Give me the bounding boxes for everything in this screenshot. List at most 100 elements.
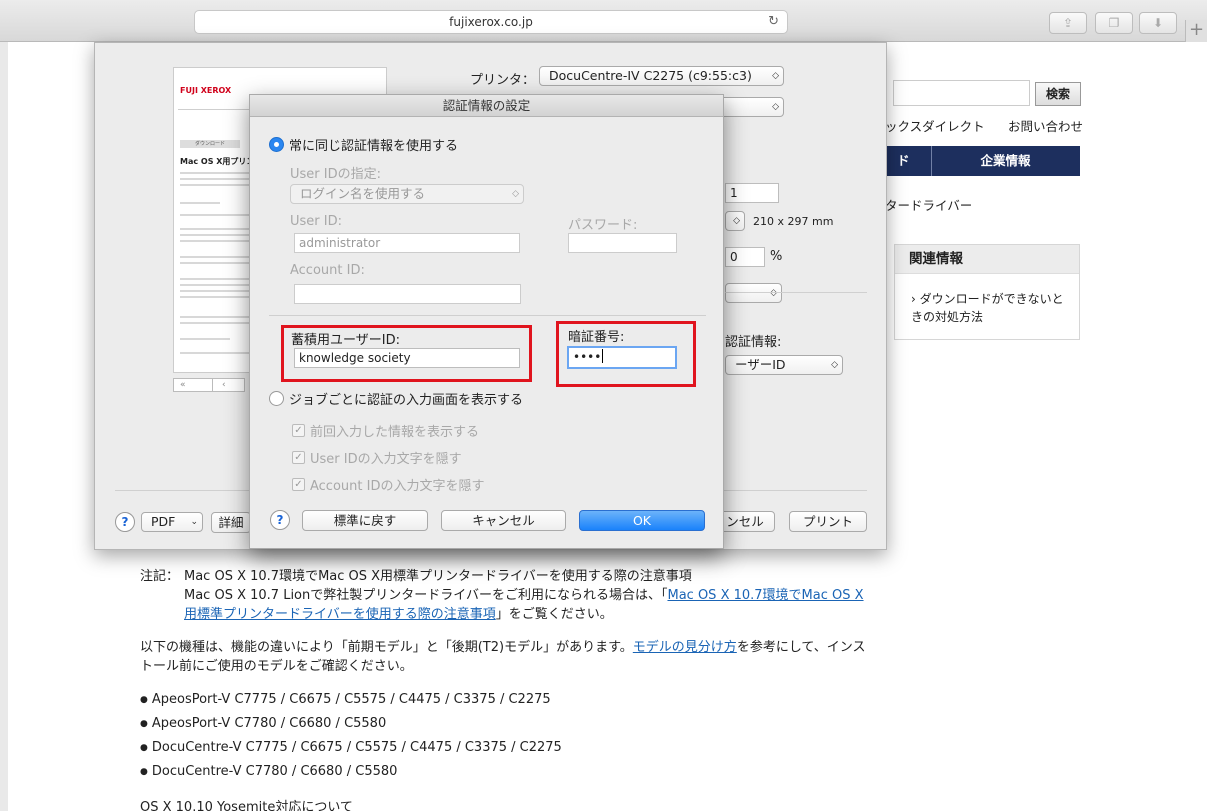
cancel-button[interactable]: キャンセル: [441, 510, 566, 531]
related-link-line1: ダウンロードができないと: [919, 292, 1064, 306]
checkmark-icon[interactable]: ✓: [292, 478, 305, 491]
new-tab-icon[interactable]: +: [1185, 20, 1207, 42]
chevron-updown-icon: ◇: [512, 189, 519, 199]
downloads-icon[interactable]: ⬇: [1139, 12, 1177, 34]
fujixerox-logo: FUJI XEROX: [180, 86, 232, 95]
list-item: ● ApeosPort-V C7780 / C6680 / C5580: [140, 716, 387, 731]
bullet-icon: ●: [140, 695, 148, 705]
scale-field[interactable]: 0: [725, 247, 765, 267]
userid-label: User ID:: [290, 214, 342, 229]
list-item: ● DocuCentre-V C7780 / C6680 / C5580: [140, 764, 398, 779]
percent-label: %: [770, 249, 783, 264]
divider: [725, 292, 867, 293]
preview-pager[interactable]: « ‹: [173, 378, 245, 392]
list-item: ● ApeosPort-V C7775 / C6675 / C5575 / C44…: [140, 692, 551, 707]
print-button[interactable]: プリント: [789, 511, 867, 532]
checkbox-hide-userid[interactable]: ✓ User IDの入力文字を隠す: [292, 448, 462, 467]
storage-user-label: 蓄積用ユーザーID:: [291, 333, 400, 348]
preview-text-line: [180, 338, 230, 340]
page-heading-partial: タードライバー: [885, 198, 973, 213]
list-item: ● DocuCentre-V C7775 / C6675 / C5575 / C4…: [140, 740, 562, 755]
note-line1: Mac OS X 10.7環境でMac OS X用標準プリンタードライバーを使用…: [184, 569, 692, 584]
prev-page-icon[interactable]: ‹: [222, 379, 226, 391]
related-info-box: 関連情報 › ダウンロードができないと きの対処方法: [894, 244, 1080, 340]
preview-download-tab: ダウンロード: [180, 140, 240, 148]
help-icon[interactable]: ?: [270, 510, 290, 530]
related-link-line2: きの対処方法: [911, 310, 984, 324]
account-id-field[interactable]: [294, 284, 521, 304]
section-select[interactable]: ◇: [725, 283, 782, 303]
auth-info-label: 認証情報:: [725, 335, 782, 350]
checkmark-icon[interactable]: ✓: [292, 451, 305, 464]
sheet-cancel-button[interactable]: ンセル: [715, 511, 775, 532]
bullet-icon: ●: [140, 719, 148, 729]
notes-section: 注記： Mac OS X 10.7環境でMac OS X用標準プリンタードライバ…: [140, 567, 870, 811]
paper-size-select[interactable]: ◇: [725, 211, 745, 231]
radio-always-same[interactable]: 常に同じ認証情報を使用する: [269, 135, 458, 154]
browser-toolbar: fujixerox.co.jp ↻ ⇪ ❐ ⬇ +: [0, 0, 1207, 42]
show-details-button[interactable]: 詳細: [211, 512, 251, 533]
auth-settings-dialog: 認証情報の設定 常に同じ認証情報を使用する User IDの指定: ログイン名を…: [249, 94, 724, 549]
yosemite-heading: OS X 10.10 Yosemite対応について: [140, 800, 353, 811]
account-id-label: Account ID:: [290, 263, 365, 278]
restore-default-button[interactable]: 標準に戻す: [302, 510, 428, 531]
nav-item-partial[interactable]: ド: [897, 146, 910, 176]
userid-spec-select[interactable]: ログイン名を使用する ◇: [290, 184, 524, 204]
chevron-right-icon: ›: [911, 292, 916, 306]
global-nav: ド 企業情報: [885, 146, 1080, 176]
storage-user-field[interactable]: knowledge society: [294, 348, 520, 368]
chevron-updown-icon: ◇: [770, 288, 777, 298]
bullet-icon: ●: [140, 767, 148, 777]
paper-size-text: 210 x 297 mm: [753, 215, 834, 228]
bullet-icon: ●: [140, 743, 148, 753]
url-text: fujixerox.co.jp: [449, 15, 533, 29]
password-field[interactable]: [568, 233, 677, 253]
model-guide-link[interactable]: モデルの見分け方: [633, 640, 737, 655]
toplink-contact[interactable]: お問い合わせ: [1008, 116, 1083, 135]
userid-spec-label: User IDの指定:: [290, 167, 381, 182]
preview-text-line: [180, 202, 220, 204]
radio-selected-icon[interactable]: [269, 137, 284, 152]
printer-select[interactable]: DocuCentre-IV C2275 (c9:55:c3) ◇: [539, 66, 784, 86]
model-list: ● ApeosPort-V C7775 / C6675 / C5575 / C44…: [140, 690, 870, 782]
site-search-input[interactable]: [893, 80, 1030, 106]
checkmark-icon[interactable]: ✓: [292, 424, 305, 437]
copies-field[interactable]: 1: [725, 183, 779, 203]
pin-field[interactable]: ••••: [567, 346, 677, 369]
chevron-updown-icon: ◇: [772, 71, 779, 81]
para-pre: 以下の機種は、機能の違いにより「前期モデル」と「後期(T2)モデル」があります。: [140, 640, 633, 655]
note-label: 注記：: [140, 569, 180, 584]
auth-mode-select[interactable]: ーザーID ◇: [725, 355, 843, 375]
presets-select[interactable]: ◇: [715, 97, 784, 117]
reload-icon[interactable]: ↻: [768, 11, 779, 33]
chevron-updown-icon: ◇: [733, 216, 740, 226]
pdf-menu-button[interactable]: PDF ⌄: [141, 512, 203, 532]
note-line2-pre: Mac OS X 10.7 Lionで弊社製プリンタードライバーをご利用になられ…: [184, 588, 668, 603]
related-info-title: 関連情報: [895, 245, 1079, 274]
toplink-direct[interactable]: ックスダイレクト: [885, 116, 985, 135]
related-link[interactable]: › ダウンロードができないと きの対処方法: [895, 274, 1079, 326]
ok-button[interactable]: OK: [579, 510, 705, 531]
chevron-updown-icon: ◇: [831, 360, 838, 370]
radio-per-job[interactable]: ジョブごとに認証の入力画面を表示する: [269, 389, 523, 408]
chevron-updown-icon: ◇: [772, 102, 779, 112]
userid-field[interactable]: administrator: [294, 233, 520, 253]
dialog-title: 認証情報の設定: [250, 95, 723, 117]
printer-label: プリンタ：: [470, 73, 536, 88]
pager-separator: [212, 379, 213, 391]
share-icon[interactable]: ⇪: [1049, 12, 1087, 34]
help-icon[interactable]: ?: [115, 512, 135, 532]
checkbox-show-previous[interactable]: ✓ 前回入力した情報を表示する: [292, 421, 479, 440]
nav-item-company[interactable]: 企業情報: [931, 146, 1080, 176]
site-search-button[interactable]: 検索: [1035, 82, 1081, 106]
checkbox-hide-account[interactable]: ✓ Account IDの入力文字を隠す: [292, 475, 484, 494]
note-line2-post: 」をご覧ください。: [495, 607, 613, 622]
pin-label: 暗証番号:: [568, 330, 625, 345]
text-caret: [602, 349, 604, 363]
address-bar[interactable]: fujixerox.co.jp ↻: [194, 10, 788, 34]
chevron-down-icon: ⌄: [190, 517, 198, 527]
tabs-overview-icon[interactable]: ❐: [1095, 12, 1133, 34]
radio-unselected-icon[interactable]: [269, 391, 284, 406]
divider: [269, 315, 706, 316]
first-page-icon[interactable]: «: [180, 380, 186, 390]
